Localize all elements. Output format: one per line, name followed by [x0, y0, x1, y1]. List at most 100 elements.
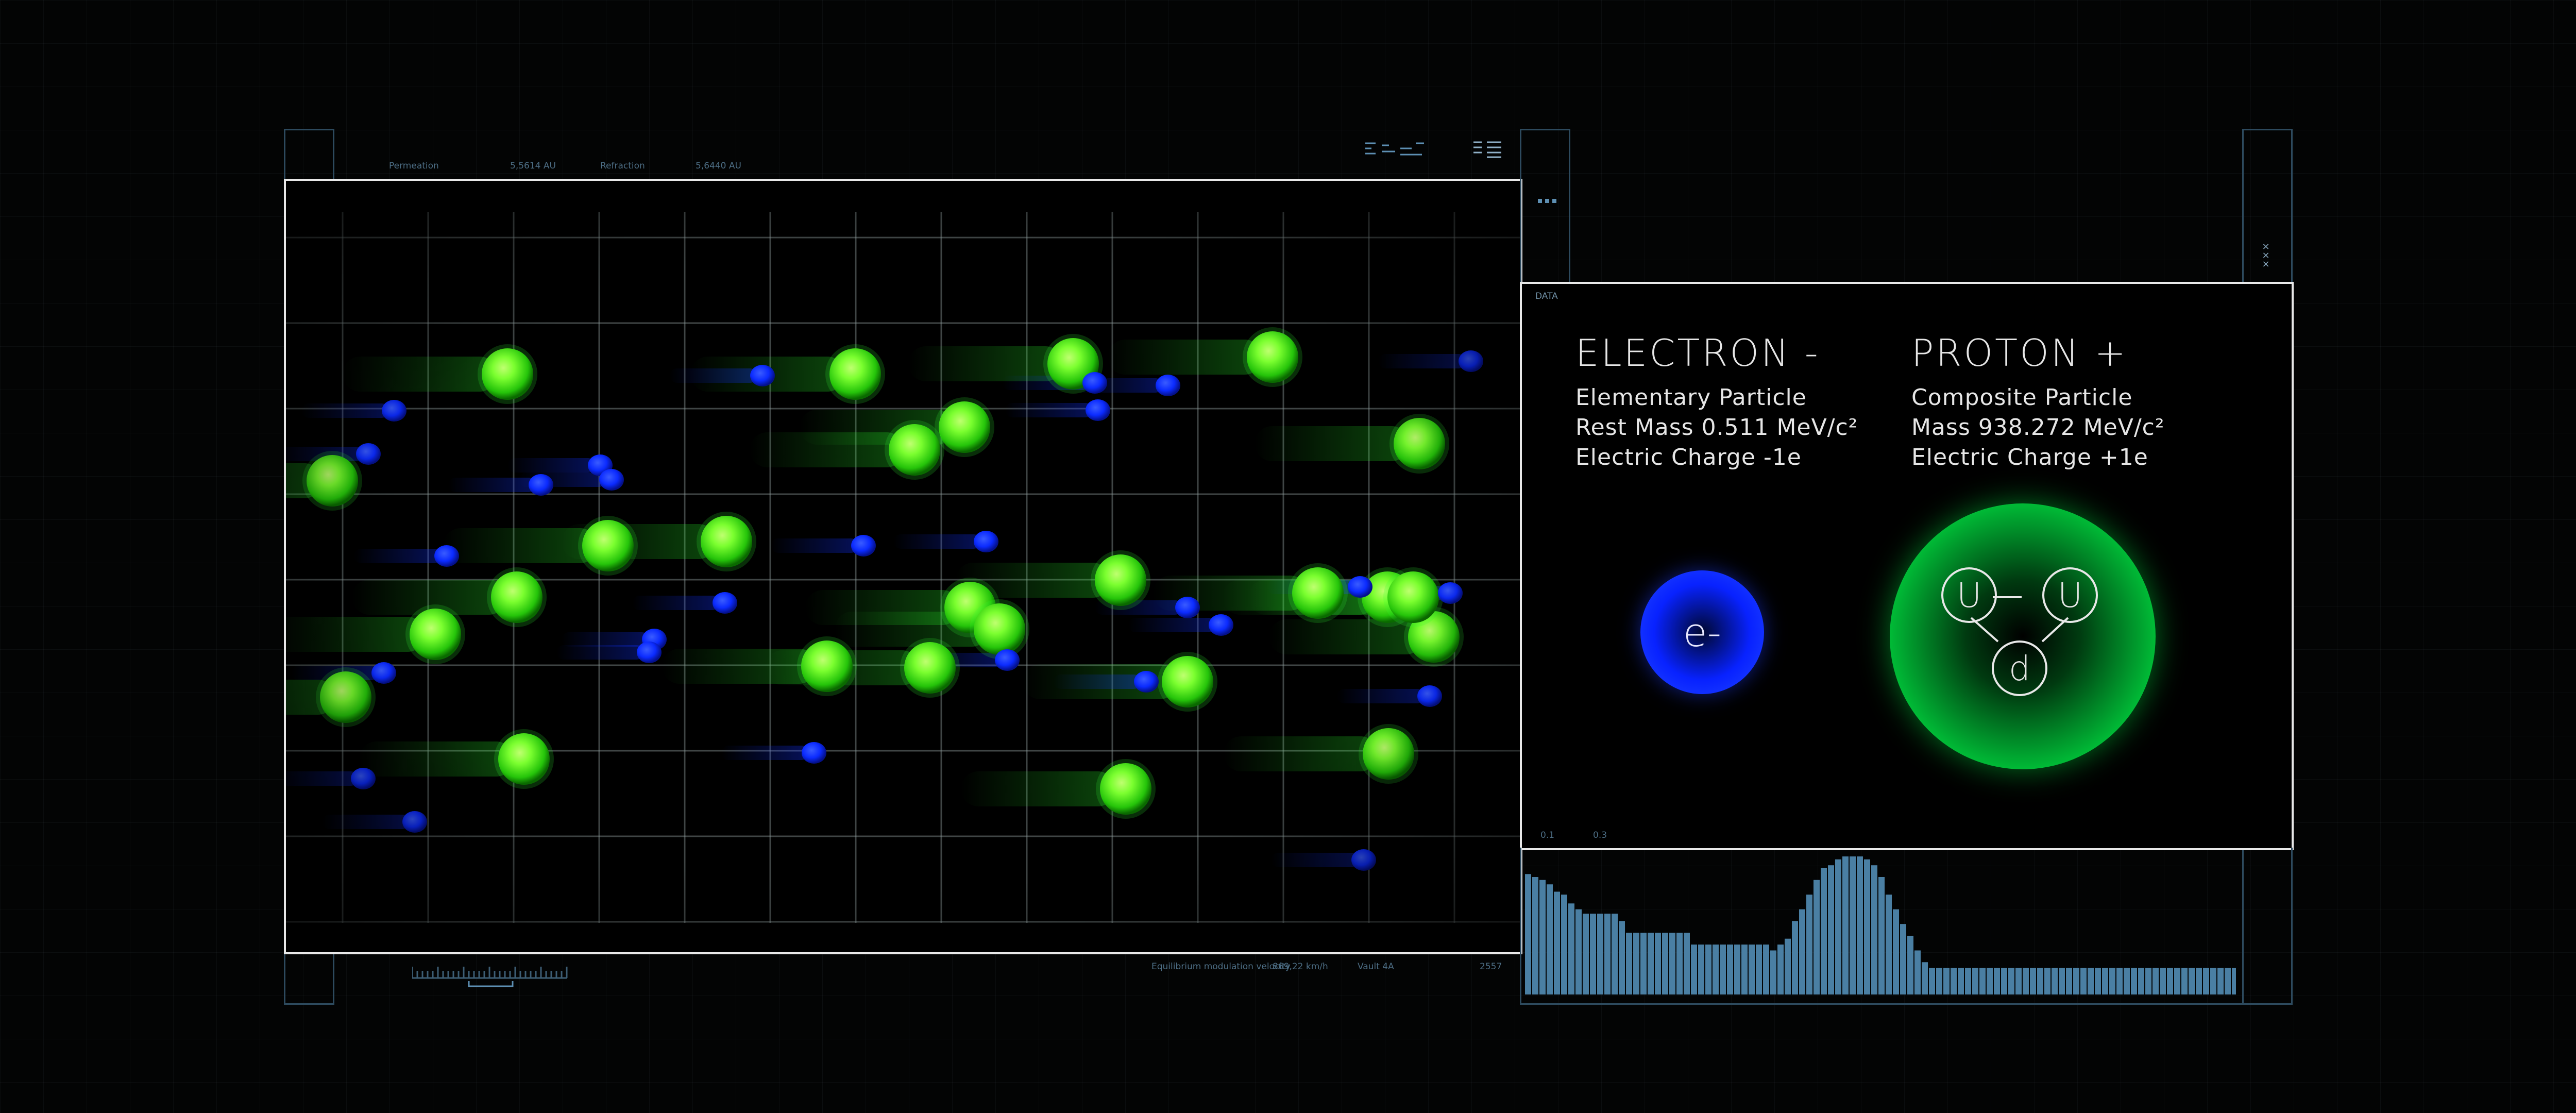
- histogram-bar: [1684, 933, 1690, 994]
- histogram-bar: [1676, 933, 1683, 994]
- histogram-bar: [1619, 921, 1625, 994]
- histogram-bar: [2109, 968, 2115, 994]
- histogram-bar: [2167, 968, 2173, 994]
- histogram-bar: [1785, 938, 1791, 994]
- histogram-bar: [2232, 968, 2236, 994]
- histogram-bar: [1626, 933, 1632, 994]
- histogram-bar: [2174, 968, 2180, 994]
- sim-code: 2557: [1480, 962, 1502, 972]
- histogram-bar: [1878, 877, 1885, 994]
- histogram-bar: [1958, 968, 1964, 994]
- histogram-bar: [2095, 968, 2101, 994]
- histogram-bar: [2153, 968, 2159, 994]
- histogram-bar: [1777, 945, 1784, 994]
- histogram-bar: [1554, 891, 1560, 994]
- histogram-bar: [1640, 933, 1647, 994]
- histogram-bar: [2073, 968, 2079, 994]
- histogram: [1525, 856, 2236, 994]
- quark-links: [1970, 596, 2069, 643]
- histogram-bar: [2116, 968, 2123, 994]
- histogram-bar: [1806, 895, 1812, 994]
- histogram-bar: [1727, 945, 1733, 994]
- histogram-bar: [1871, 865, 1877, 994]
- histogram-bar: [1575, 909, 1582, 994]
- proton-diagram: U U d: [1890, 503, 2156, 769]
- histogram-bar: [2088, 968, 2094, 994]
- histogram-bar: [1633, 933, 1639, 994]
- electron-mass: Rest Mass 0.511 MeV/c²: [1575, 414, 1858, 441]
- readout-refraction-value: 5,6440 AU: [696, 161, 741, 171]
- histogram-bar: [1749, 945, 1755, 994]
- histogram-bar: [1547, 884, 1553, 994]
- electron-diagram: e-: [1640, 570, 1764, 694]
- histogram-bar: [1943, 968, 1950, 994]
- histogram-bar: [1936, 968, 1942, 994]
- histogram-bar: [1691, 945, 1697, 994]
- histogram-bar: [1929, 968, 1935, 994]
- histogram-bar: [2001, 968, 2007, 994]
- histogram-bar: [2181, 968, 2188, 994]
- histogram-bar: [1539, 880, 1546, 994]
- histogram-bar: [1886, 895, 1892, 994]
- simulation-viewport[interactable]: [284, 179, 1522, 954]
- electron-title: ELECTRON -: [1575, 331, 1820, 375]
- histogram-bar: [1864, 859, 1870, 994]
- histogram-bar: [1922, 962, 1928, 994]
- histogram-bar: [1857, 856, 1863, 994]
- histogram-bar: [1850, 856, 1856, 994]
- histogram-bar: [1669, 933, 1675, 994]
- histogram-bar: [2052, 968, 2058, 994]
- histogram-bar: [2037, 968, 2043, 994]
- histogram-bar: [1799, 909, 1805, 994]
- histogram-bar: [1763, 945, 1769, 994]
- histogram-bar: [2044, 968, 2050, 994]
- histogram-bar: [1814, 880, 1820, 994]
- histogram-bar: [1597, 914, 1603, 994]
- histogram-bar: [1914, 950, 1921, 994]
- histogram-bar: [1835, 859, 1841, 994]
- proton-title: PROTON +: [1911, 331, 2128, 375]
- histogram-bar: [1713, 945, 1719, 994]
- histogram-bar: [2189, 968, 2195, 994]
- histogram-bar: [1756, 945, 1762, 994]
- histogram-bar: [2145, 968, 2151, 994]
- histogram-bar: [1532, 877, 1538, 994]
- list-icon[interactable]: [1472, 140, 1503, 159]
- histogram-bar: [1900, 924, 1906, 994]
- axis-mark-2: 0.3: [1593, 830, 1607, 840]
- histogram-bar: [1698, 945, 1704, 994]
- histogram-bar: [2196, 968, 2202, 994]
- electron-type: Elementary Particle: [1575, 384, 1807, 411]
- histogram-bar: [2015, 968, 2022, 994]
- proton-mass: Mass 938.272 MeV/c²: [1911, 414, 2165, 441]
- histogram-bar: [2059, 968, 2065, 994]
- middle-rail: [1520, 129, 1570, 283]
- up-quark-2-label: U: [2057, 575, 2083, 615]
- histogram-bar: [2203, 968, 2209, 994]
- proton-charge: Electric Charge +1e: [1911, 444, 2148, 470]
- proton-type: Composite Particle: [1911, 384, 2133, 411]
- more-dots-icon[interactable]: [1538, 199, 1556, 203]
- histogram-bar: [1994, 968, 2000, 994]
- readout-permeation-value: 5,5614 AU: [510, 161, 556, 171]
- histogram-bar: [2131, 968, 2137, 994]
- histogram-bar: [1821, 868, 1827, 994]
- histogram-bar: [2225, 968, 2231, 994]
- histogram-bar: [1965, 968, 1971, 994]
- histogram-bar: [1979, 968, 1986, 994]
- histogram-bar: [2102, 968, 2108, 994]
- histogram-bar: [2138, 968, 2144, 994]
- particle-data-panel: DATA 0.1 0.3 ELECTRON - Elementary Parti…: [1520, 282, 2294, 850]
- histogram-bar: [2217, 968, 2224, 994]
- data-panel-header: DATA: [1535, 291, 1558, 301]
- histogram-bar: [1705, 945, 1711, 994]
- histogram-bar: [1648, 933, 1654, 994]
- histogram-bar: [1662, 933, 1668, 994]
- velocity-label: Equilibrium modulation velocity: [1151, 962, 1291, 972]
- close-icon[interactable]: × × ×: [2261, 242, 2271, 271]
- up-quark-2: U: [2042, 567, 2098, 623]
- histogram-bar: [1951, 968, 1957, 994]
- histogram-bar: [2124, 968, 2130, 994]
- horizontal-ruler[interactable]: [412, 964, 572, 989]
- axis-mark-1: 0.1: [1540, 830, 1555, 840]
